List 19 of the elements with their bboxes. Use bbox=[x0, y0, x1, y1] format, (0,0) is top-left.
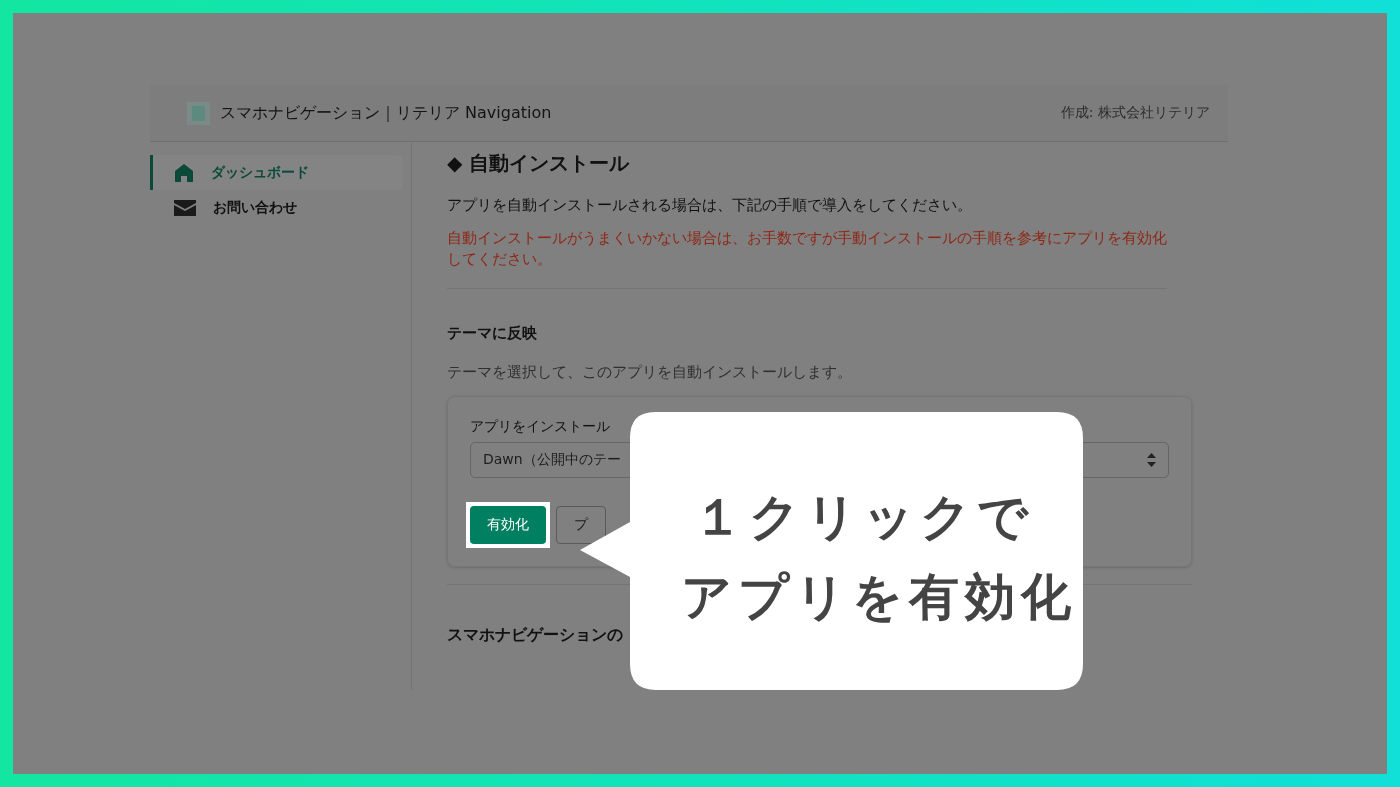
section-heading: スマホナビゲーションの bbox=[447, 625, 624, 646]
sidebar-item[interactable]: お問い合わせ bbox=[150, 190, 403, 225]
secondary-button[interactable]: プ bbox=[556, 506, 606, 544]
warning-text: 自動インストールがうまくいかない場合は、お手数ですが手動インストールの手順を参考にアプリを有効化してください。 bbox=[447, 228, 1167, 289]
description-text: テーマを選択して、このアプリを自動インストールします。 bbox=[447, 362, 853, 383]
intro-text: アプリを自動インストールされる場合は、下記の手順で導入をしてください。 bbox=[447, 195, 973, 216]
home-icon bbox=[174, 162, 194, 183]
author-text: 作成: 株式会社リテリア bbox=[1060, 104, 1210, 122]
mail-icon bbox=[174, 199, 196, 216]
section-heading: ◆ 自動インストール bbox=[447, 150, 631, 177]
activate-button[interactable]: 有効化 bbox=[470, 506, 546, 544]
field-label: アプリをインストール bbox=[470, 418, 610, 436]
callout-text: アプリを有効化 bbox=[681, 568, 1077, 626]
subsection-title: テーマに反映 bbox=[447, 324, 538, 343]
app-logo-icon bbox=[187, 101, 210, 125]
sidebar-item[interactable]: ダッシュボード bbox=[150, 155, 403, 190]
select-arrows-icon bbox=[1147, 453, 1156, 467]
app-title: スマホナビゲーション｜リテリア Navigation bbox=[220, 102, 552, 124]
callout-text: １クリックで bbox=[693, 488, 1035, 546]
